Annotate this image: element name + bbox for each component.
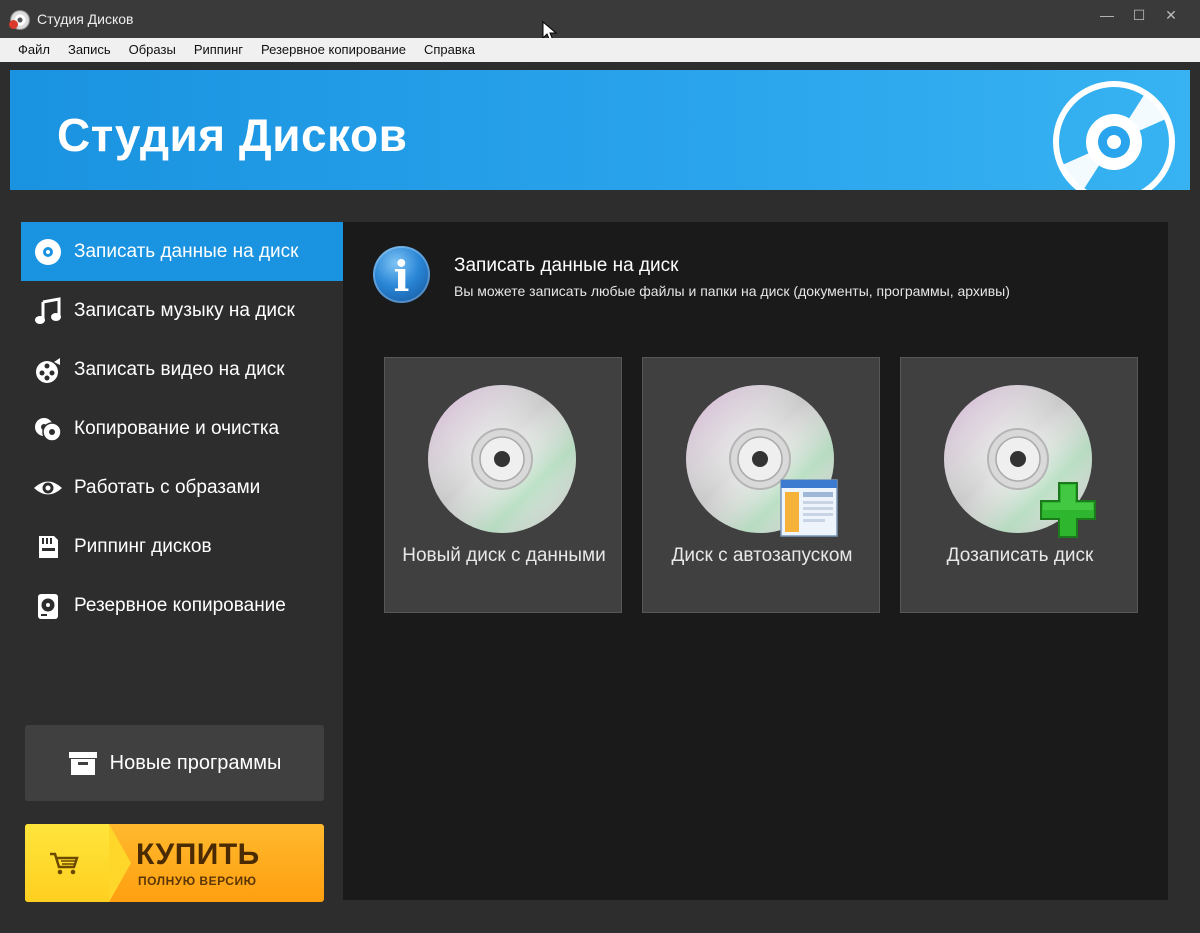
info-icon: i <box>373 246 430 303</box>
buy-title: КУПИТЬ <box>136 838 260 871</box>
music-note-icon <box>33 296 63 326</box>
eye-icon <box>33 473 63 503</box>
section-title: Записать данные на диск <box>454 255 679 276</box>
sidebar: Записать данные на диск Записать музыку … <box>21 222 359 635</box>
autorun-disc-tile[interactable]: Диск с автозапуском <box>642 357 880 613</box>
cd-icon <box>428 385 576 533</box>
banner-title: Студия Дисков <box>57 109 408 161</box>
buy-full-version-button[interactable]: КУПИТЬ ПОЛНУЮ ВЕРСИЮ <box>25 824 324 902</box>
tile-label: Новый диск с данными <box>402 545 606 566</box>
menu-backup[interactable]: Резервное копирование <box>252 38 415 62</box>
menu-ripping[interactable]: Риппинг <box>185 38 252 62</box>
new-programs-button[interactable]: Новые программы <box>25 725 324 801</box>
sidebar-item-label: Записать видео на диск <box>74 358 285 380</box>
main-panel: i Записать данные на диск Вы можете запи… <box>343 222 1168 900</box>
section-description: Вы можете записать любые файлы и папки н… <box>454 283 1010 299</box>
header-banner: Студия Дисков <box>10 70 1190 190</box>
sidebar-item-burn-video[interactable]: Записать видео на диск <box>21 340 343 399</box>
copy-discs-icon <box>33 414 63 444</box>
disc-icon <box>1053 81 1175 190</box>
app-disc-icon <box>9 11 29 29</box>
minimize-button[interactable]: — <box>1092 4 1122 28</box>
menu-file[interactable]: Файл <box>9 38 59 62</box>
close-button[interactable]: ✕ <box>1156 4 1186 28</box>
disc-data-icon <box>33 237 63 267</box>
cart-icon <box>50 852 79 875</box>
box-icon <box>68 752 97 775</box>
sidebar-item-copy-erase[interactable]: Копирование и очистка <box>21 399 343 458</box>
append-disc-tile[interactable]: Дозаписать диск <box>900 357 1138 613</box>
tile-label: Диск с автозапуском <box>671 545 853 566</box>
film-reel-icon <box>33 355 63 385</box>
sidebar-item-label: Записать музыку на диск <box>74 299 295 321</box>
sidebar-item-label: Копирование и очистка <box>74 417 280 439</box>
sidebar-item-backup[interactable]: Резервное копирование <box>21 576 343 635</box>
sidebar-item-label: Записать данные на диск <box>74 240 299 262</box>
new-programs-label: Новые программы <box>109 751 282 774</box>
title-bar: Студия Дисков — ☐ ✕ <box>0 0 1200 42</box>
maximize-button[interactable]: ☐ <box>1124 4 1154 28</box>
tile-label: Дозаписать диск <box>946 545 1094 566</box>
sidebar-item-ripping[interactable]: Риппинг дисков <box>21 517 343 576</box>
menu-images[interactable]: Образы <box>120 38 185 62</box>
window-title: Студия Дисков <box>37 11 134 27</box>
sidebar-item-label: Риппинг дисков <box>74 535 212 557</box>
sidebar-item-label: Резервное копирование <box>74 594 286 616</box>
window-icon <box>780 479 838 537</box>
hard-drive-icon <box>33 591 63 621</box>
menu-bar: Файл Запись Образы Риппинг Резервное коп… <box>0 38 1200 62</box>
sidebar-item-images[interactable]: Работать с образами <box>21 458 343 517</box>
buy-subtitle: ПОЛНУЮ ВЕРСИЮ <box>138 874 257 888</box>
menu-burn[interactable]: Запись <box>59 38 120 62</box>
sidebar-item-label: Работать с образами <box>74 476 261 498</box>
menu-help[interactable]: Справка <box>415 38 484 62</box>
sidebar-item-burn-music[interactable]: Записать музыку на диск <box>21 281 343 340</box>
sidebar-item-burn-data[interactable]: Записать данные на диск <box>21 222 359 281</box>
plus-icon <box>1040 482 1096 538</box>
new-data-disc-tile[interactable]: Новый диск с данными <box>384 357 622 613</box>
sd-card-icon <box>33 532 63 562</box>
